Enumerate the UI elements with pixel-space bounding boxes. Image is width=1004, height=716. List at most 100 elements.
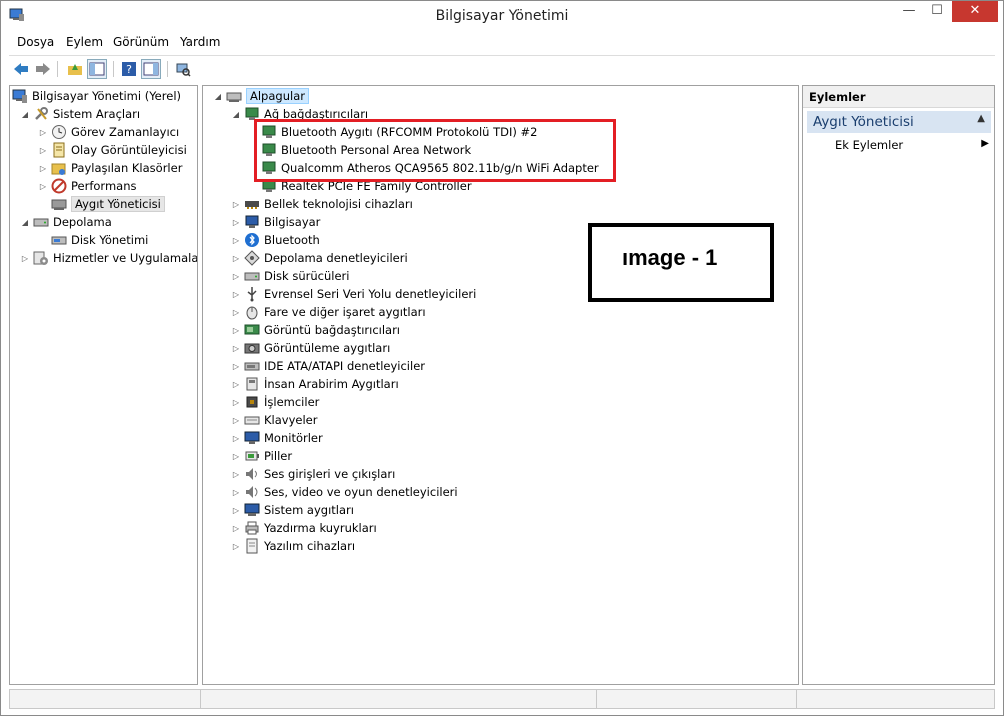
expand-closed-icon[interactable]: ▷ bbox=[38, 146, 48, 155]
minimize-button[interactable]: — bbox=[895, 1, 923, 22]
device-category[interactable]: ▷ IDE ATA/ATAPI denetleyiciler bbox=[231, 357, 425, 375]
expand-closed-icon[interactable]: ▷ bbox=[231, 434, 241, 443]
device-category[interactable]: ▷ Disk sürücüleri bbox=[231, 267, 350, 285]
imaging-device-icon bbox=[244, 340, 260, 356]
scan-hardware-button[interactable] bbox=[173, 59, 193, 79]
tree-label: Disk Yönetimi bbox=[71, 233, 149, 247]
expand-closed-icon[interactable]: ▷ bbox=[231, 344, 241, 353]
expand-open-icon[interactable]: ◢ bbox=[20, 110, 30, 119]
device-category[interactable]: ▷ Görüntü bağdaştırıcıları bbox=[231, 321, 400, 339]
device-category[interactable]: ▷ Yazdırma kuyrukları bbox=[231, 519, 377, 537]
show-hide-action-pane-button[interactable] bbox=[141, 59, 161, 79]
expand-closed-icon[interactable]: ▷ bbox=[20, 254, 30, 263]
battery-icon bbox=[244, 448, 260, 464]
device-category[interactable]: ▷ Evrensel Seri Veri Yolu denetleyicileri bbox=[231, 285, 476, 303]
category-label: Yazılım cihazları bbox=[264, 539, 356, 553]
device-category[interactable]: ▷ Bilgisayar bbox=[231, 213, 320, 231]
expand-closed-icon[interactable]: ▷ bbox=[231, 488, 241, 497]
device-category[interactable]: ▷ Sistem aygıtları bbox=[231, 501, 354, 519]
action-pane-icon bbox=[143, 62, 159, 76]
expand-closed-icon[interactable]: ▷ bbox=[38, 164, 48, 173]
collapse-up-icon[interactable]: ▲ bbox=[977, 113, 985, 124]
menu-dosya[interactable]: Dosya bbox=[17, 35, 54, 49]
tree-item-disk-management[interactable]: Disk Yönetimi bbox=[51, 231, 148, 249]
device-category[interactable]: ▷ Fare ve diğer işaret aygıtları bbox=[231, 303, 426, 321]
audio-io-icon bbox=[244, 466, 260, 482]
device-category[interactable]: ▷ Görüntüleme aygıtları bbox=[231, 339, 390, 357]
expand-closed-icon[interactable]: ▷ bbox=[38, 182, 48, 191]
expand-closed-icon[interactable]: ▷ bbox=[231, 506, 241, 515]
device-category[interactable]: ▷ Piller bbox=[231, 447, 292, 465]
device-category[interactable]: ▷ Bluetooth bbox=[231, 231, 320, 249]
expand-closed-icon[interactable]: ▷ bbox=[231, 254, 241, 263]
device-category[interactable]: ▷ İşlemciler bbox=[231, 393, 319, 411]
expand-closed-icon[interactable]: ▷ bbox=[231, 542, 241, 551]
tree-item-storage[interactable]: ◢ Depolama bbox=[20, 213, 112, 231]
maximize-button[interactable]: ☐ bbox=[923, 1, 951, 22]
category-label: Ses girişleri ve çıkışları bbox=[264, 467, 396, 481]
expand-closed-icon[interactable]: ▷ bbox=[38, 128, 48, 137]
printer-icon bbox=[244, 520, 260, 536]
device-category[interactable]: ▷ Depolama denetleyicileri bbox=[231, 249, 408, 267]
device-category[interactable]: ▷ Bellek teknolojisi cihazları bbox=[231, 195, 413, 213]
highlight-box bbox=[254, 119, 616, 182]
expand-closed-icon[interactable]: ▷ bbox=[231, 290, 241, 299]
category-label: Evrensel Seri Veri Yolu denetleyicileri bbox=[264, 287, 477, 301]
expand-closed-icon[interactable]: ▷ bbox=[231, 308, 241, 317]
tree-item-services[interactable]: ▷ Hizmetler ve Uygulamalar bbox=[20, 249, 197, 267]
expand-open-icon[interactable]: ◢ bbox=[213, 92, 223, 101]
expand-open-icon[interactable]: ◢ bbox=[20, 218, 30, 227]
expand-closed-icon[interactable]: ▷ bbox=[231, 326, 241, 335]
expand-open-icon[interactable]: ◢ bbox=[231, 110, 241, 119]
tree-item-system-tools[interactable]: ◢ Sistem Araçları bbox=[20, 105, 140, 123]
window-title: Bilgisayar Yönetimi bbox=[435, 8, 569, 24]
up-folder-button[interactable] bbox=[65, 59, 85, 79]
expand-closed-icon[interactable]: ▷ bbox=[231, 362, 241, 371]
help-icon: ? bbox=[122, 62, 136, 76]
menu-gorunum[interactable]: Görünüm bbox=[113, 35, 169, 49]
tree-label: Görev Zamanlayıcı bbox=[71, 125, 180, 139]
tree-item-shared-folders[interactable]: ▷ Paylaşılan Klasörler bbox=[38, 159, 182, 177]
expand-closed-icon[interactable]: ▷ bbox=[231, 236, 241, 245]
menu-yardim[interactable]: Yardım bbox=[180, 35, 220, 49]
device-root[interactable]: ◢ Alpagular bbox=[213, 87, 309, 105]
expand-closed-icon[interactable]: ▷ bbox=[231, 470, 241, 479]
tree-item-device-manager[interactable]: Aygıt Yöneticisi bbox=[51, 195, 165, 213]
mouse-icon bbox=[244, 304, 260, 320]
category-label: Görüntüleme aygıtları bbox=[264, 341, 391, 355]
expand-closed-icon[interactable]: ▷ bbox=[231, 380, 241, 389]
tree-label: Sistem Araçları bbox=[53, 107, 141, 121]
device-category[interactable]: ▷ Ses, video ve oyun denetleyicileri bbox=[231, 483, 458, 501]
expand-closed-icon[interactable]: ▷ bbox=[231, 272, 241, 281]
tree-item-event-viewer[interactable]: ▷ Olay Görüntüleyicisi bbox=[38, 141, 187, 159]
device-category[interactable]: ▷ Monitörler bbox=[231, 429, 323, 447]
category-label: İnsan Arabirim Aygıtları bbox=[264, 377, 399, 391]
menu-eylem[interactable]: Eylem bbox=[66, 35, 103, 49]
computer-icon bbox=[244, 214, 260, 230]
device-category[interactable]: ▷ İnsan Arabirim Aygıtları bbox=[231, 375, 399, 393]
category-label: Depolama denetleyicileri bbox=[264, 251, 408, 265]
back-button[interactable] bbox=[11, 59, 31, 79]
help-button[interactable]: ? bbox=[119, 59, 139, 79]
more-actions-item[interactable]: Ek Eylemler ▶ bbox=[835, 138, 989, 156]
expand-closed-icon[interactable]: ▷ bbox=[231, 416, 241, 425]
expand-closed-icon[interactable]: ▷ bbox=[231, 218, 241, 227]
forward-button[interactable] bbox=[33, 59, 53, 79]
expand-closed-icon[interactable]: ▷ bbox=[231, 452, 241, 461]
expand-closed-icon[interactable]: ▷ bbox=[231, 398, 241, 407]
storage-controller-icon bbox=[244, 250, 260, 266]
expand-closed-icon[interactable]: ▷ bbox=[231, 200, 241, 209]
device-category[interactable]: ▷ Ses girişleri ve çıkışları bbox=[231, 465, 395, 483]
actions-section-device-manager[interactable]: Aygıt Yöneticisi ▲ bbox=[807, 111, 991, 133]
close-button[interactable]: ✕ bbox=[952, 1, 998, 22]
services-icon bbox=[33, 250, 49, 266]
expand-closed-icon[interactable]: ▷ bbox=[231, 524, 241, 533]
tree-item-performance[interactable]: ▷ Performans bbox=[38, 177, 136, 195]
tree-item-root[interactable]: Bilgisayar Yönetimi (Yerel) bbox=[12, 87, 181, 105]
show-hide-tree-button[interactable] bbox=[87, 59, 107, 79]
console-tree-pane[interactable]: Bilgisayar Yönetimi (Yerel) ◢ Sistem Ara… bbox=[9, 85, 198, 685]
bluetooth-icon bbox=[244, 232, 260, 248]
device-category[interactable]: ▷ Yazılım cihazları bbox=[231, 537, 355, 555]
device-category[interactable]: ▷ Klavyeler bbox=[231, 411, 318, 429]
tree-item-task-scheduler[interactable]: ▷ Görev Zamanlayıcı bbox=[38, 123, 179, 141]
